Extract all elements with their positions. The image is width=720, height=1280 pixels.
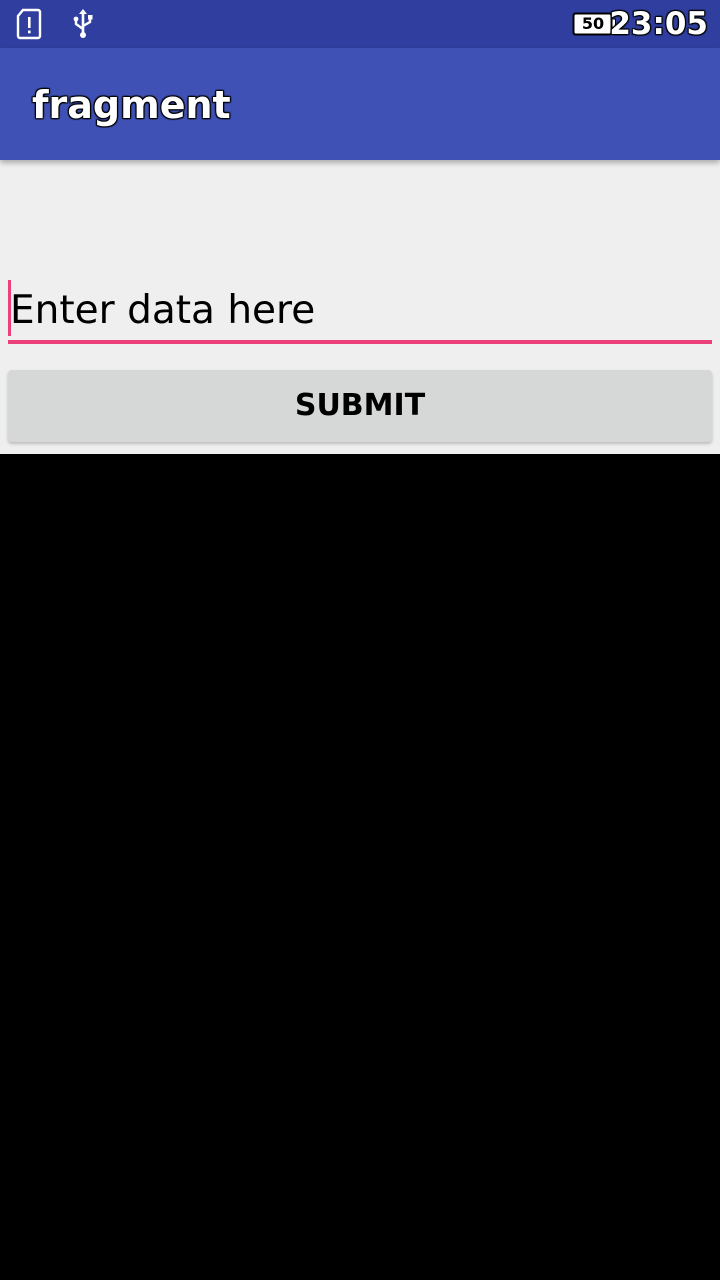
usb-icon [73,9,93,38]
sd-card-alert-icon [16,8,42,40]
app-title: fragment [32,83,231,127]
app-bar: fragment [0,48,720,160]
status-bar: 50 23:05 [0,0,720,48]
data-input[interactable] [8,278,712,342]
input-underline [8,340,712,344]
screen: 50 23:05 fragment SUBMIT [0,0,720,1280]
text-cursor [8,280,11,336]
data-input-container [8,278,712,346]
fragment-content: SUBMIT [0,160,720,454]
battery-level-text: 50 [581,14,605,33]
status-clock: 23:05 [609,6,708,42]
submit-button[interactable]: SUBMIT [8,370,712,442]
